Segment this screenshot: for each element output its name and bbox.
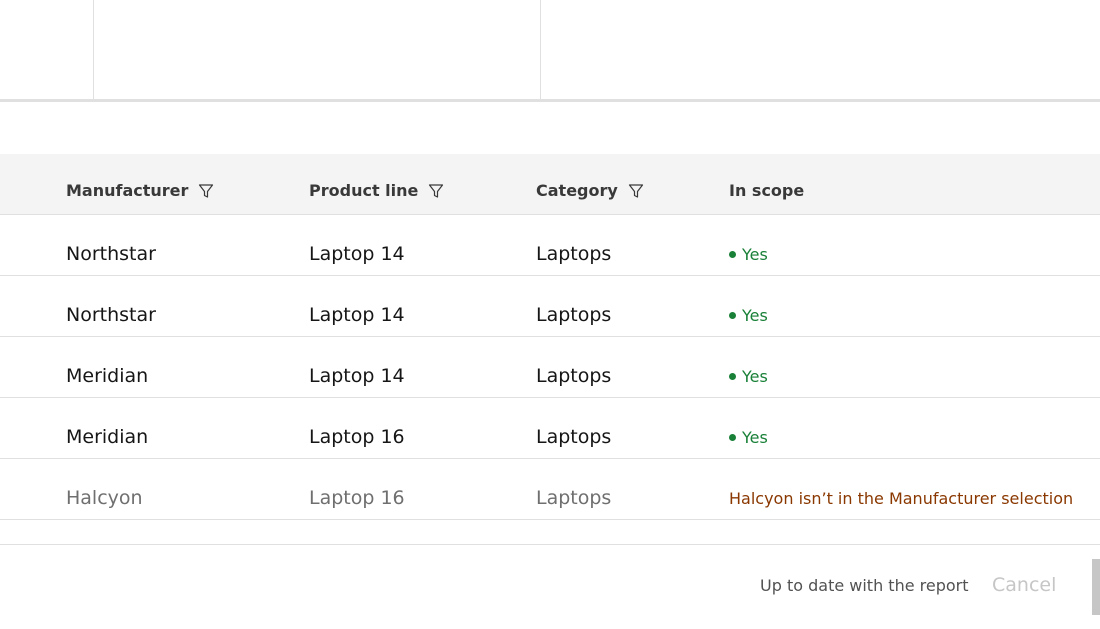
status-badge: Yes [729,428,768,447]
header-in-scope: In scope [729,181,804,200]
header-label: In scope [729,181,805,200]
header-manufacturer: Manufacturer [66,181,214,200]
table-row: Northstar Laptop 14 Laptops Yes [0,215,1100,276]
status-dot-icon [729,434,736,441]
cell-manufacturer: Halcyon [66,487,143,509]
header-category: Category [536,181,644,200]
status-label: Yes [742,245,768,264]
status-label: Yes [742,428,768,447]
cell-product-line: Laptop 14 [309,365,405,387]
status-dot-icon [729,251,736,258]
header-label: Category [536,181,618,200]
cell-manufacturer: Meridian [66,426,149,448]
warning-message: Halcyon isn’t in the Manufacturer select… [729,489,1074,508]
top-panel [0,0,1100,100]
status-label: Yes [742,306,768,325]
status-dot-icon [729,312,736,319]
cancel-button[interactable]: Cancel [992,574,1056,596]
table-row: Northstar Laptop 14 Laptops Yes [0,276,1100,337]
status-label: Yes [742,367,768,386]
cell-category: Laptops [536,304,612,326]
table-row: Meridian Laptop 16 Laptops Yes [0,398,1100,459]
table-row: Meridian Laptop 14 Laptops Yes [0,337,1100,398]
scrollbar-thumb[interactable] [1092,559,1100,615]
status-badge: Yes [729,367,768,386]
cell-category: Laptops [536,243,612,265]
status-badge: Yes [729,306,768,325]
cell-category: Laptops [536,426,612,448]
cell-category: Laptops [536,365,612,387]
filter-icon[interactable] [428,183,444,199]
footer-divider [0,544,1100,545]
scope-table: Manufacturer Product line Category In sc… [0,154,1100,520]
header-product-line: Product line [309,181,444,200]
column-divider [540,0,541,100]
cell-product-line: Laptop 14 [309,304,405,326]
status-badge: Yes [729,245,768,264]
table-row: Halcyon Laptop 16 Laptops Halcyon isn’t … [0,459,1100,520]
panel-divider [0,99,1100,102]
column-divider [93,0,94,100]
cell-category: Laptops [536,487,612,509]
cell-manufacturer: Northstar [66,243,156,265]
status-dot-icon [729,373,736,380]
cell-product-line: Laptop 16 [309,487,405,509]
cell-product-line: Laptop 16 [309,426,405,448]
header-label: Product line [309,181,419,200]
cell-product-line: Laptop 14 [309,243,405,265]
cell-manufacturer: Meridian [66,365,149,387]
filter-icon[interactable] [198,183,214,199]
cell-manufacturer: Northstar [66,304,156,326]
sync-status-text: Up to date with the report [760,576,969,595]
table-header: Manufacturer Product line Category In sc… [0,154,1100,215]
header-label: Manufacturer [66,181,189,200]
filter-icon[interactable] [628,183,644,199]
